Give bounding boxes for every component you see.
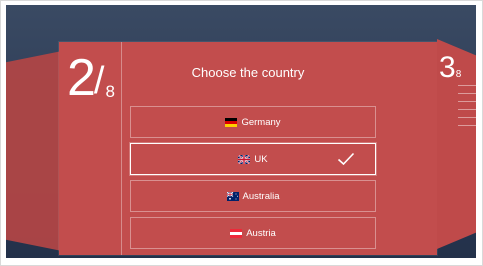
country-option-uk[interactable]: UK (130, 143, 376, 175)
next-step-total: 8 (455, 69, 462, 80)
country-list: Germany UK Australia Austria (130, 106, 376, 254)
page-title: Choose the country (191, 65, 305, 80)
uk-flag-icon (238, 154, 251, 164)
country-label: UK (254, 153, 268, 165)
step-slash: / (93, 60, 105, 102)
country-label: Austria (246, 227, 276, 239)
checkmark-icon (337, 152, 355, 169)
austria-flag-icon (230, 228, 243, 238)
previous-card[interactable] (6, 51, 62, 251)
country-option-germany[interactable]: Germany (130, 106, 376, 138)
step-total: 8 (105, 82, 115, 101)
next-step-current: 3 (439, 51, 456, 84)
app-screen: 2 / 8 Choose the country Germany UK Aust… (6, 5, 476, 258)
next-card-content (458, 85, 476, 133)
step-current: 2 (67, 49, 96, 107)
country-option-austria[interactable]: Austria (130, 217, 376, 249)
country-option-australia[interactable]: Australia (130, 180, 376, 212)
card-divider (121, 42, 122, 255)
country-selection-card: 2 / 8 Choose the country Germany UK Aust… (59, 42, 437, 255)
germany-flag-icon (225, 117, 238, 127)
australia-flag-icon (226, 191, 239, 201)
step-indicator: 2 / 8 (67, 52, 115, 104)
country-label: Australia (242, 190, 280, 202)
country-label: Germany (241, 116, 281, 128)
